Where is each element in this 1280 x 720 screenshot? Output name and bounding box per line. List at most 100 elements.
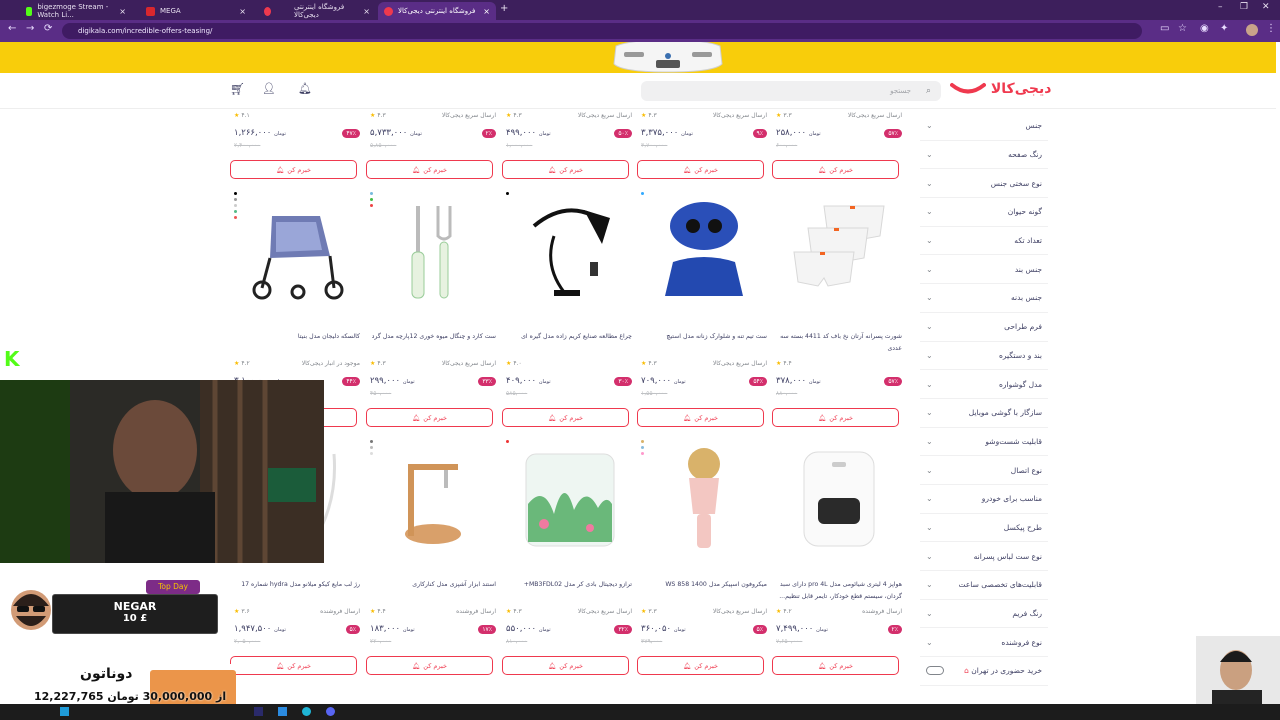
product-title[interactable]: ست کارد و چنگال میوه خوری 12پارچه مدل گر…	[370, 331, 496, 343]
price-row: ۱۸۳,۰۰۰ تومان ۱۷٪	[370, 624, 496, 634]
extension-icon[interactable]: ◉	[1200, 23, 1209, 34]
product-image[interactable]	[240, 192, 354, 310]
product-title[interactable]: ترازو دیجیتال بادی کر مدل MB3FDL02+	[506, 579, 632, 591]
premiere-app-icon[interactable]	[254, 707, 263, 716]
filter-item[interactable]: ⌄ بند و دستگیره	[920, 342, 1048, 371]
product-card[interactable]: ★ ۴.۱ ۱,۲۶۶,۰۰۰ تومان ۴۷٪ ۲,۴۰۰,۰۰۰ 🔔︎ خبرم ک…	[230, 0, 364, 186]
bell-icon: 🔔︎	[818, 661, 827, 670]
price-row: ۷۰۹,۰۰۰ تومان ۵۴٪	[641, 376, 767, 386]
taskbar-app-icon[interactable]	[60, 707, 69, 716]
discount-badge: ۵۴٪	[749, 376, 767, 386]
notify-me-button[interactable]: 🔔︎خبرم کن	[502, 408, 629, 427]
filter-item[interactable]: ⌄ طرح پیکسل	[920, 514, 1048, 543]
product-card[interactable]: استند ابزار آشپزی مدل کنارکاری ★ ۴.۴ ارسال…	[366, 434, 500, 682]
filter-item[interactable]: ⌄ جنس بدنه	[920, 284, 1048, 313]
product-card[interactable]: ★ ۳.۳ ارسال سریع دیجی‌کالا ۲۵۸,۰۰۰ تومان ۵۷…	[772, 0, 906, 186]
product-title[interactable]: رژ لب مایع کیکو میلانو مدل hydra شماره 1…	[234, 579, 360, 591]
filter-item[interactable]: ⌄ جنس بند	[920, 255, 1048, 285]
product-meta: ★ ۴.۰	[506, 360, 632, 367]
close-window-button[interactable]: ✕	[1262, 2, 1270, 12]
product-image[interactable]	[512, 440, 626, 558]
vscode-app-icon[interactable]	[302, 707, 311, 716]
filter-item[interactable]: ⌄ رنگ فریم	[920, 600, 1048, 629]
product-image[interactable]	[376, 440, 490, 558]
price: ۴۰۹,۰۰۰ تومان	[506, 376, 551, 386]
product-image[interactable]	[782, 192, 896, 310]
product-card[interactable]: هواپز 4 لیتری شیائومی مدل pro 4L دارای س…	[772, 434, 906, 682]
maximize-button[interactable]: ❐	[1240, 2, 1248, 12]
cast-icon[interactable]: ▭	[1160, 23, 1169, 34]
toggle-switch[interactable]	[926, 666, 944, 676]
product-title[interactable]: ست تیم تنه و شلوارک زنانه مدل استیچ	[641, 331, 767, 343]
notify-me-button[interactable]: 🔔︎خبرم کن	[772, 160, 899, 179]
product-image[interactable]	[647, 192, 761, 310]
forward-arrow-icon[interactable]: →	[26, 23, 34, 34]
close-icon[interactable]: ×	[119, 7, 126, 16]
product-image[interactable]	[782, 440, 896, 558]
webcam-overlay	[0, 380, 324, 563]
filter-item[interactable]: ⌄ قابلیت‌های تخصصی ساعت	[920, 571, 1048, 600]
menu-dots-icon[interactable]: ⋮	[1266, 23, 1276, 34]
notify-me-button[interactable]: 🔔︎خبرم کن	[230, 160, 357, 179]
notify-me-button[interactable]: 🔔︎خبرم کن	[502, 160, 629, 179]
product-title[interactable]: کالسکه دلیجان مدل بنیتا	[234, 331, 360, 343]
reload-icon[interactable]: ⟳	[44, 23, 52, 34]
back-arrow-icon[interactable]: ←	[8, 23, 16, 34]
bookmark-star-icon[interactable]: ☆	[1178, 23, 1187, 34]
filter-item[interactable]: ⌄ نوع فروشنده	[920, 628, 1048, 658]
product-card[interactable]: ترازو دیجیتال بادی کر مدل MB3FDL02+ ★ ۴.۳…	[502, 434, 636, 682]
product-card[interactable]: ★ ۴.۳ ارسال سریع دیجی‌کالا ۵,۷۳۳,۰۰۰ تومان…	[366, 0, 500, 186]
filter-item[interactable]: ⌄ مناسب برای خودرو	[920, 485, 1048, 514]
product-card[interactable]: ★ ۴.۳ ارسال سریع دیجی‌کالا ۴۹۹,۰۰۰ تومان ۵۰…	[502, 0, 636, 186]
product-card[interactable]: شورت پسرانه آرتان نخ باف کد 4411 بسته سه…	[772, 186, 906, 434]
product-title[interactable]: هواپز 4 لیتری شیائومی مدل pro 4L دارای س…	[776, 579, 902, 603]
tab-kick[interactable]: bigezmoge Stream - Watch Li... ×	[20, 2, 132, 20]
rating: ★ ۴.۳	[370, 112, 386, 119]
product-image[interactable]	[647, 440, 761, 558]
notify-me-button[interactable]: 🔔︎خبرم کن	[772, 656, 899, 675]
product-card[interactable]: ست تیم تنه و شلوارک زنانه مدل استیچ ★ ۴.۳…	[637, 186, 771, 434]
bell-icon: 🔔︎	[548, 413, 557, 422]
notify-me-button[interactable]: 🔔︎خبرم کن	[637, 408, 764, 427]
filter-item[interactable]: ⌄ قابلیت شست‌وشو	[920, 428, 1048, 457]
notify-me-button[interactable]: 🔔︎خبرم کن	[230, 656, 357, 675]
product-title[interactable]: شورت پسرانه آرتان نخ باف کد 4411 بسته سه…	[776, 331, 902, 355]
filter-item[interactable]: ⌄ تعداد تکه	[920, 227, 1048, 256]
filter-item[interactable]: ⌄ جنس	[920, 112, 1048, 141]
notify-me-button[interactable]: 🔔︎خبرم کن	[502, 656, 629, 675]
product-card[interactable]: ست کارد و چنگال میوه خوری 12پارچه مدل گر…	[366, 186, 500, 434]
seller-badge: موجود در انبار دیجی‌کالا	[301, 360, 360, 367]
notify-me-button[interactable]: 🔔︎خبرم کن	[366, 656, 493, 675]
discord-app-icon[interactable]	[326, 707, 335, 716]
price-row: ۴۹۹,۰۰۰ تومان ۵۰٪	[506, 128, 632, 138]
product-title[interactable]: میکروفون اسپیکر مدل WS 858 1400	[641, 579, 767, 591]
profile-avatar[interactable]	[1246, 24, 1258, 36]
product-card[interactable]: ★ ۴.۳ ارسال سریع دیجی‌کالا ۳,۳۷۵,۰۰۰ تومان…	[637, 0, 771, 186]
filter-item[interactable]: ⌄ نوع ست لباس پسرانه	[920, 542, 1048, 571]
filter-item[interactable]: ⌄ نوع سختی جنس	[920, 169, 1048, 199]
product-title[interactable]: استند ابزار آشپزی مدل کنارکاری	[370, 579, 496, 591]
rating: ★ ۴.۱	[234, 112, 250, 119]
notify-me-button[interactable]: 🔔︎خبرم کن	[637, 656, 764, 675]
notify-me-button[interactable]: 🔔︎خبرم کن	[637, 160, 764, 179]
files-app-icon[interactable]	[278, 707, 287, 716]
product-image[interactable]	[512, 192, 626, 310]
notify-me-button[interactable]: 🔔︎خبرم کن	[366, 160, 493, 179]
minimize-button[interactable]: –	[1218, 2, 1223, 12]
filter-item[interactable]: ⌄ گونه حیوان	[920, 198, 1048, 227]
filter-item[interactable]: ⌄ مدل گوشواره	[920, 370, 1048, 399]
filter-item[interactable]: ⌄ رنگ صفحه	[920, 141, 1048, 170]
product-card[interactable]: میکروفون اسپیکر مدل WS 858 1400 ★ ۳.۳ ارسا…	[637, 434, 771, 682]
notify-me-button[interactable]: 🔔︎خبرم کن	[772, 408, 899, 427]
filter-item[interactable]: ⌄ نوع اتصال	[920, 456, 1048, 485]
product-title[interactable]: چراغ مطالعه صنایع کریم زاده مدل گیره ای	[506, 331, 632, 343]
product-card[interactable]: چراغ مطالعه صنایع کریم زاده مدل گیره ای ★…	[502, 186, 636, 434]
digikala-logo[interactable]: دیجی‌کالا	[950, 81, 1051, 97]
notify-me-button[interactable]: 🔔︎خبرم کن	[366, 408, 493, 427]
seller-badge: ارسال سریع دیجی‌کالا	[577, 112, 632, 119]
product-image[interactable]	[376, 192, 490, 310]
filter-item[interactable]: ⌄ سازگار با گوشی موبایل	[920, 399, 1048, 428]
filter-item[interactable]: ⌄ فرم طراحی	[920, 313, 1048, 342]
extensions-puzzle-icon[interactable]: ✦	[1220, 23, 1228, 34]
tehran-pickup-toggle-row[interactable]: ⌂ خرید حضوری در تهران	[920, 657, 1048, 686]
